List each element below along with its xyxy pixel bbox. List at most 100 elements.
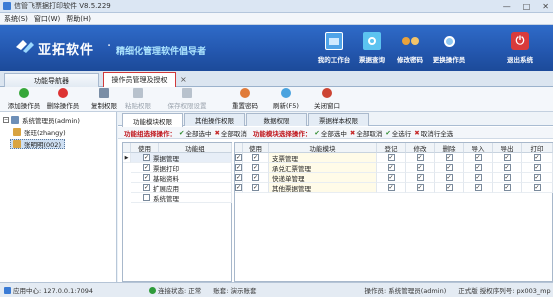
permission-checkbox[interactable]: ✓ <box>474 184 482 191</box>
permission-cell[interactable]: ✓ <box>493 153 522 163</box>
tab-sample-permission[interactable]: 票据样本权限 <box>308 113 369 126</box>
group-cancel-all-button[interactable]: ✖ 全部取消 <box>214 128 246 138</box>
permission-checkbox[interactable]: ✓ <box>235 174 242 181</box>
permission-cell[interactable]: ✓ <box>522 153 553 163</box>
permission-checkbox[interactable]: ✓ <box>445 174 453 181</box>
operator-item-002[interactable]: 张明明(002) <box>10 139 65 149</box>
module-use-checkbox[interactable]: ✓ <box>252 184 259 191</box>
menu-system[interactable]: 系统(S) <box>4 14 28 24</box>
tab-other-permission[interactable]: 其他操作权限 <box>184 113 245 126</box>
tab-close-icon[interactable]: × <box>180 75 187 84</box>
permission-cell[interactable]: ✓ <box>522 183 553 193</box>
group-checkbox[interactable]: ✓ <box>143 174 150 181</box>
permission-cell[interactable]: ✓ <box>235 163 243 173</box>
switch-operator-button[interactable]: 更换操作员 <box>428 28 470 70</box>
permission-cell[interactable]: ✓ <box>235 183 243 193</box>
group-row[interactable]: ✓ 基础资料 <box>131 173 232 183</box>
permission-checkbox[interactable]: ✓ <box>533 174 541 181</box>
delete-operator-button[interactable]: 删除操作员 <box>44 88 82 111</box>
permission-checkbox[interactable]: ✓ <box>503 174 511 181</box>
close-button[interactable]: ✕ <box>542 2 549 11</box>
group-checkbox[interactable]: ✓ <box>143 184 150 191</box>
module-use-cell[interactable]: ✓ <box>243 173 269 183</box>
permission-cell[interactable]: ✓ <box>406 173 435 183</box>
permission-cell[interactable]: ✓ <box>406 153 435 163</box>
permission-cell[interactable]: ✓ <box>377 183 406 193</box>
tab-operator-management[interactable]: 操作员管理及授权 <box>103 72 176 87</box>
menu-help[interactable]: 帮助(H) <box>66 14 91 24</box>
permission-checkbox[interactable]: ✓ <box>416 184 424 191</box>
permission-checkbox[interactable]: ✓ <box>533 164 541 171</box>
group-select-all-button[interactable]: ✔ 全部选中 <box>179 128 211 138</box>
permission-checkbox[interactable]: ✓ <box>235 164 242 171</box>
add-operator-button[interactable]: 添加操作员 <box>5 88 43 111</box>
group-row[interactable]: ✓ 扩展应用 <box>131 183 232 193</box>
group-row[interactable]: 系统管理 <box>131 193 232 203</box>
permission-cell[interactable]: ✓ <box>406 163 435 173</box>
exit-system-button[interactable]: ⏻ 退出系统 <box>499 28 541 70</box>
permission-checkbox[interactable]: ✓ <box>445 164 453 171</box>
save-permission-button[interactable]: 保存权限设置 <box>162 88 212 111</box>
permission-cell[interactable]: ✓ <box>435 183 464 193</box>
workbench-button[interactable]: 我的工作台 <box>313 28 355 70</box>
permission-cell[interactable]: ✓ <box>522 163 553 173</box>
minimize-button[interactable]: — <box>503 2 511 11</box>
permission-checkbox[interactable]: ✓ <box>387 154 395 161</box>
permission-cell[interactable]: ✓ <box>493 163 522 173</box>
permission-checkbox[interactable]: ✓ <box>416 164 424 171</box>
permission-cell[interactable]: ✓ <box>406 183 435 193</box>
permission-cell[interactable]: ✓ <box>464 183 493 193</box>
permission-checkbox[interactable]: ✓ <box>503 184 511 191</box>
permission-checkbox[interactable]: ✓ <box>416 154 424 161</box>
permission-checkbox[interactable]: ✓ <box>416 174 424 181</box>
permission-cell[interactable]: ✓ <box>464 163 493 173</box>
permission-cell[interactable]: ✓ <box>435 173 464 183</box>
operator-item-admin[interactable]: − 系统管理员(admin) <box>3 115 80 125</box>
tab-module-permission[interactable]: 功能模块权限 <box>122 113 183 127</box>
permission-cell[interactable]: ✓ <box>235 173 243 183</box>
group-checkbox[interactable]: ✓ <box>143 154 150 161</box>
permission-cell[interactable]: ✓ <box>377 173 406 183</box>
permission-checkbox[interactable]: ✓ <box>503 164 511 171</box>
permission-checkbox[interactable]: ✓ <box>387 174 395 181</box>
module-use-checkbox[interactable]: ✓ <box>252 154 259 161</box>
permission-cell[interactable]: ✓ <box>435 163 464 173</box>
permission-cell[interactable]: ✓ <box>522 173 553 183</box>
permission-checkbox[interactable]: ✓ <box>474 164 482 171</box>
permission-cell[interactable]: ✓ <box>377 163 406 173</box>
group-row[interactable]: ✓ 票据管理 <box>131 153 232 163</box>
change-password-button[interactable]: 修改密码 <box>389 28 431 70</box>
reset-password-button[interactable]: 重置密码 <box>228 88 262 111</box>
permission-cell[interactable]: ✓ <box>377 153 406 163</box>
copy-permission-button[interactable]: 复制权限 <box>88 88 120 111</box>
permission-checkbox[interactable]: ✓ <box>235 184 242 191</box>
group-checkbox[interactable] <box>143 194 150 201</box>
operator-item-zhangy[interactable]: 张珏(zhangy) <box>3 127 66 137</box>
permission-checkbox[interactable]: ✓ <box>235 154 242 161</box>
module-use-checkbox[interactable]: ✓ <box>252 164 259 171</box>
module-use-checkbox[interactable]: ✓ <box>252 174 259 181</box>
module-select-all-button[interactable]: ✔ 全部选中 <box>314 128 346 138</box>
permission-checkbox[interactable]: ✓ <box>474 174 482 181</box>
menu-window[interactable]: 窗口(W) <box>34 14 60 24</box>
permission-checkbox[interactable]: ✓ <box>474 154 482 161</box>
refresh-button[interactable]: 刷新(F5) <box>269 88 303 111</box>
permission-cell[interactable]: ✓ <box>235 153 243 163</box>
permission-checkbox[interactable]: ✓ <box>445 184 453 191</box>
permission-cell[interactable]: ✓ <box>464 173 493 183</box>
module-use-cell[interactable]: ✓ <box>243 183 269 193</box>
module-use-cell[interactable]: ✓ <box>243 153 269 163</box>
select-row-button[interactable]: ✔ 全选行 <box>385 128 411 138</box>
tab-data-permission[interactable]: 数据权限 <box>246 113 307 126</box>
maximize-button[interactable]: □ <box>523 2 531 11</box>
permission-checkbox[interactable]: ✓ <box>387 164 395 171</box>
permission-checkbox[interactable]: ✓ <box>445 154 453 161</box>
group-row[interactable]: ✓ 票据打印 <box>131 163 232 173</box>
close-window-button[interactable]: 关闭窗口 <box>310 88 344 111</box>
group-checkbox[interactable]: ✓ <box>143 164 150 171</box>
cancel-row-button[interactable]: ✖ 取消行全选 <box>414 128 453 138</box>
permission-checkbox[interactable]: ✓ <box>387 184 395 191</box>
permission-checkbox[interactable]: ✓ <box>503 154 511 161</box>
permission-cell[interactable]: ✓ <box>493 183 522 193</box>
tab-function-navigator[interactable]: 功能导航器 <box>4 73 99 87</box>
